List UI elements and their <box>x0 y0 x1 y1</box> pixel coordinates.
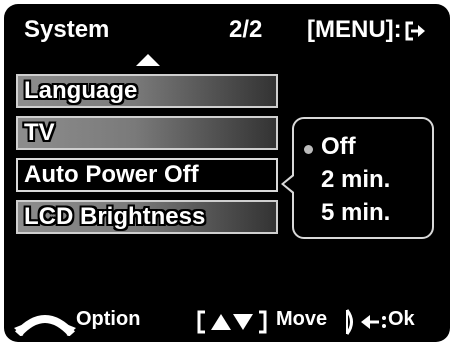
settings-menu: Language TV Auto Power Off LCD Brightnes… <box>16 74 278 242</box>
menu-item-label: LCD Brightness <box>24 203 206 230</box>
camera-screen: System 2/2 [MENU]: Language TV Auto Powe… <box>4 4 450 342</box>
right-button-icon <box>345 309 353 335</box>
menu-item-auto-power-off[interactable]: Auto Power Off <box>16 158 278 192</box>
menu-exit-hint[interactable]: [MENU]: <box>307 16 427 44</box>
menu-item-lcd-brightness[interactable]: LCD Brightness <box>16 200 278 234</box>
menu-item-label: Auto Power Off <box>24 161 199 188</box>
move-hint-label: Move <box>276 308 328 330</box>
header: System 2/2 [MENU]: <box>24 16 440 46</box>
back-arrow-icon <box>361 315 386 329</box>
page-title: System <box>24 16 110 43</box>
ok-hint-label: Ok <box>388 308 415 330</box>
scroll-up-arrow-icon[interactable] <box>136 54 160 66</box>
options-popup: Off 2 min. 5 min. <box>281 117 434 239</box>
popup-pointer <box>281 174 294 194</box>
menu-item-language[interactable]: Language <box>16 74 278 108</box>
page-indicator: 2/2 <box>229 16 263 43</box>
option-5-min[interactable]: 5 min. <box>321 199 390 227</box>
option-hint-label: Option <box>76 308 141 330</box>
control-hints: Option Move Ok <box>4 306 450 336</box>
option-off[interactable]: Off <box>321 133 356 161</box>
up-down-arrows-icon <box>197 310 267 334</box>
menu-item-label: TV <box>24 119 55 146</box>
selected-dot-icon <box>304 145 313 154</box>
exit-arrow-icon <box>405 21 425 41</box>
option-2-min[interactable]: 2 min. <box>321 166 390 194</box>
menu-item-label: Language <box>24 77 138 104</box>
menu-item-tv[interactable]: TV <box>16 116 278 150</box>
menu-hint-label: [MENU]: <box>307 16 402 43</box>
dial-icon <box>14 315 76 336</box>
